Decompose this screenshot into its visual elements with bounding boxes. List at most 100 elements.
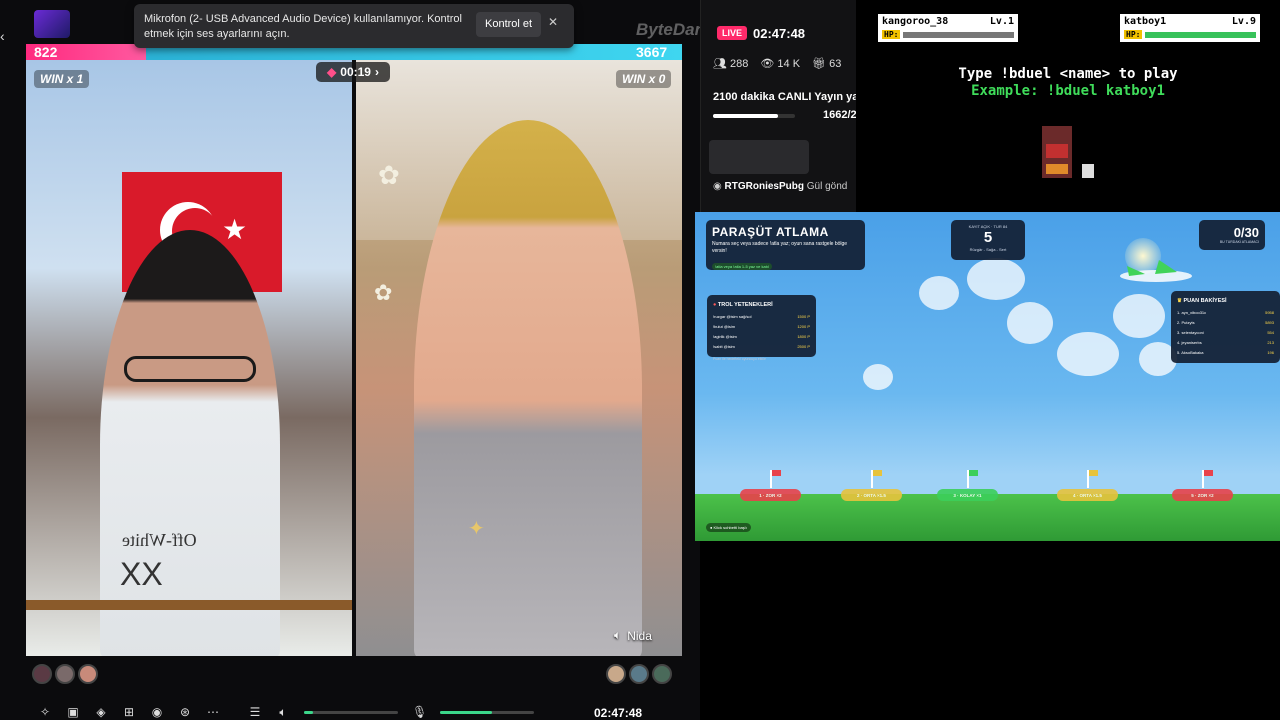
troll-ability-row: !bulut @isim 1200 P (713, 322, 810, 332)
cloud (1007, 302, 1053, 344)
player2-hp-bar (1145, 31, 1256, 38)
ability-name: !bulut @isim (713, 324, 736, 329)
dot-icon: ● (710, 525, 713, 530)
speaker-icon: 🔈︎ (614, 628, 622, 642)
more-icon[interactable]: ⋯ (206, 705, 220, 719)
left-host-video[interactable]: ★ Off-White XX (26, 60, 352, 656)
cloud (863, 364, 893, 390)
player-name: Putzyts (1181, 320, 1195, 325)
cloud (967, 258, 1025, 300)
flag-icon (1087, 470, 1098, 488)
camera-switch-icon[interactable]: ⊛ (178, 705, 192, 719)
jumper-count: 0/30 (1233, 225, 1259, 240)
ai-icon[interactable]: ◈ (94, 705, 108, 719)
right-user-tag[interactable]: 🔈︎ Nida (614, 628, 652, 643)
avatar[interactable] (652, 664, 672, 684)
goal-title: 2100 dakika CANLI Yayın yap (713, 91, 856, 103)
leaderboard-row: 2. Putzyts 5893 (1177, 318, 1274, 328)
live-battle-stream: ‹ 822 3667 ★ Off-White XX ✿ ✿ ✦ WIN x 1 … (0, 0, 724, 720)
ability-name: !agirlik @isim (713, 334, 737, 339)
shirt-xx: XX (120, 556, 163, 592)
flag-icon (871, 470, 882, 488)
player1-name: kangoroo_38 (882, 16, 949, 27)
left-team-avatars (32, 664, 98, 684)
avatar[interactable] (55, 664, 75, 684)
plane-icon (1120, 260, 1192, 282)
landing-zone: 5 · ZOR ×2 (1172, 489, 1233, 501)
ground (695, 494, 1280, 541)
goal-progress-text: 1662/2 (823, 109, 856, 121)
avatar[interactable] (606, 664, 626, 684)
flag-icon (967, 470, 978, 488)
battle-timer[interactable]: ◆ 00:19 › (316, 62, 390, 82)
player-points: 213 (1267, 340, 1274, 345)
round-number: 5 (983, 229, 993, 246)
player-name: jeyaniserbs (1181, 340, 1202, 345)
gift-text: Gül gönd (806, 181, 848, 192)
round-card: KAYIT AÇIK · TUR 84 5 Rüzgâr - Sağa - Se… (951, 220, 1025, 260)
jumper-count-label: BU TURDAKİ ATLAMACI (1219, 240, 1259, 244)
media-icon[interactable]: ▣ (66, 705, 80, 719)
live-stats-panel: LIVE 02:47:48 👥︎ 288 👁︎ 14 K 🎁︎ 63 2100 … (700, 0, 856, 212)
views-stat: 👁︎ 14 K (760, 57, 800, 70)
player-points: 5893 (1265, 320, 1274, 325)
close-icon[interactable]: ✕ (548, 15, 558, 30)
play-example: Example: !bduel katboy1 (971, 83, 1165, 99)
round-hint: Rüzgâr - Sağa - Sert (969, 247, 1007, 252)
live-elapsed: 02:47:48 (753, 26, 806, 41)
views-count: 14 K (777, 58, 801, 70)
rank: 3. (1177, 330, 1181, 335)
mic-unavailable-notification: Mikrofon (2- USB Advanced Audio Device) … (134, 4, 574, 48)
landing-zone: 1 · ZOR ×2 (740, 489, 801, 501)
leaderboard-row: 1. ayn_xiboo31c 5958 (1177, 308, 1274, 318)
volume-slider[interactable] (304, 710, 398, 714)
troll-ability-row: !agirlik @isim 1800 P (713, 332, 810, 342)
add-icon[interactable]: ⊞ (122, 705, 136, 719)
hp-label: HP: (1124, 30, 1143, 39)
record-icon[interactable]: ◉ (150, 705, 164, 719)
microphone-icon[interactable]: 🎙︎ (412, 705, 427, 719)
cloud (919, 276, 959, 310)
effects-icon[interactable]: ✧ (38, 705, 52, 719)
player-points: 196 (1267, 350, 1274, 355)
ability-cost: 1500 P (797, 314, 810, 319)
play-instruction: Type !bduel <name> to play (958, 66, 1178, 82)
gift-icon: 🎁︎ (812, 58, 827, 70)
avatar[interactable] (32, 664, 52, 684)
notification-message: Mikrofon (2- USB Advanced Audio Device) … (144, 13, 462, 40)
avatar[interactable] (629, 664, 649, 684)
event-logo (34, 10, 70, 38)
points-title: PUAN BAKİYESİ (1183, 298, 1227, 304)
parachute-game: PARAŞÜT ATLAMA Numara seç veya sadece !a… (695, 212, 1280, 541)
gift-user[interactable]: RTGRoniesPubg (725, 181, 804, 192)
game-title: PARAŞÜT ATLAMA (712, 225, 829, 239)
hp-label: HP: (882, 30, 901, 39)
avatar[interactable] (78, 664, 98, 684)
ability-name: !ruzgar @isim sağ/sol (713, 314, 752, 319)
retro-duel-game: kangoroo_38 Lv.1 HP: katboy1 Lv.9 HP: Type… (856, 0, 1280, 212)
stream-toolbar: ✧ ▣ ◈ ⊞ ◉ ⊛ ⋯ ☰ 🔈︎ 🎙︎ (38, 704, 682, 720)
volume-icon[interactable]: 🔈︎ (276, 705, 290, 720)
player1-level: Lv.1 (989, 16, 1014, 27)
leaderboard-row: 5. AksoBakaka 196 (1177, 348, 1274, 358)
back-arrow-icon[interactable]: ‹ (0, 28, 5, 44)
control-button[interactable]: Kontrol et (476, 12, 542, 37)
right-host-video[interactable]: ✿ ✿ ✦ (356, 60, 682, 656)
goal-progress-bar (713, 114, 795, 118)
landing-zone: 3 · KOLAY ×1 (937, 489, 998, 501)
player-points: 554 (1267, 330, 1274, 335)
ability-cost: 1800 P (797, 334, 810, 339)
rank: 4. (1177, 340, 1181, 345)
cloud (1057, 332, 1119, 376)
game-title-card: PARAŞÜT ATLAMA Numara seç veya sadece !a… (706, 220, 865, 270)
trophy-icon: ♛ (1177, 298, 1182, 304)
instrument (26, 600, 352, 610)
mic-slider[interactable] (440, 710, 534, 714)
player-points: 5958 (1265, 310, 1274, 315)
right-host (414, 120, 642, 656)
troll-title: TROL YETENEKLERİ (717, 302, 773, 308)
right-win-badge: WIN x 0 (616, 70, 672, 88)
player-name: selentayconi (1181, 330, 1204, 335)
ability-cost: 1200 P (797, 324, 810, 329)
settings-sliders-icon[interactable]: ☰ (248, 705, 262, 719)
